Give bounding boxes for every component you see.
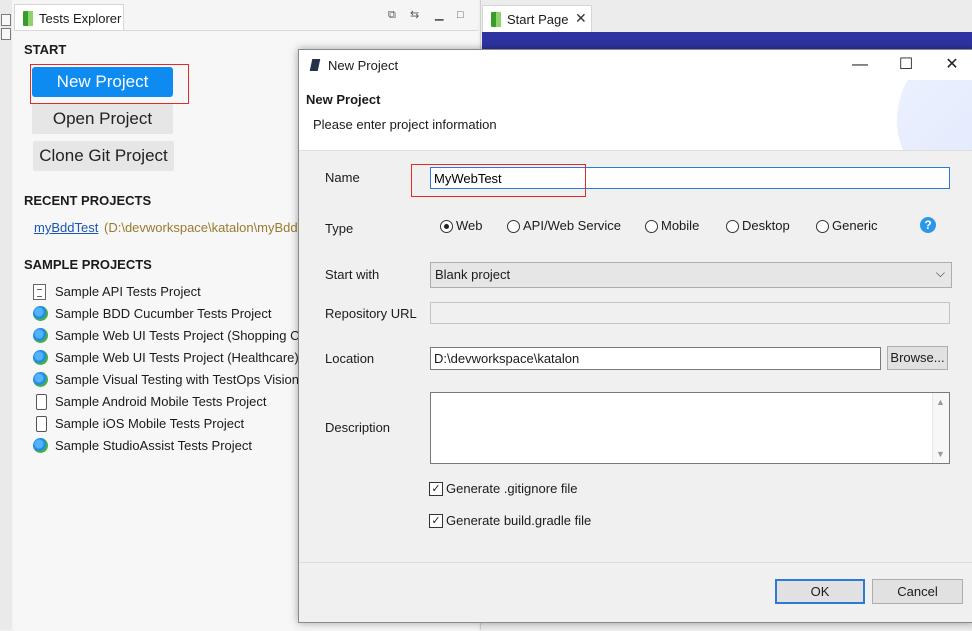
description-label: Description — [325, 420, 391, 435]
sample-project-item[interactable]: Sample Visual Testing with TestOps Visio… — [33, 371, 299, 389]
api-doc-icon — [33, 284, 46, 300]
sample-project-label: Sample Visual Testing with TestOps Visio… — [55, 372, 299, 387]
radio-unselected — [645, 220, 658, 233]
sample-project-label: Sample iOS Mobile Tests Project — [55, 416, 245, 431]
dialog-header-subtitle: Please enter project information — [313, 117, 497, 132]
start-with-label: Start with — [325, 267, 380, 282]
sample-project-item[interactable]: Sample Android Mobile Tests Project — [33, 393, 299, 411]
description-scrollbar[interactable]: ▲ ▼ — [932, 393, 949, 463]
katalon-icon — [23, 11, 33, 26]
minimize-icon[interactable]: ▁ — [435, 10, 446, 21]
globe-icon — [33, 328, 48, 343]
description-textarea[interactable]: ▲ ▼ — [430, 392, 950, 464]
new-project-button[interactable]: New Project — [32, 67, 173, 97]
sample-project-item[interactable]: Sample BDD Cucumber Tests Project — [33, 305, 299, 323]
dialog-titlebar[interactable]: New Project — ☐ ✕ — [299, 50, 972, 80]
globe-icon — [33, 306, 48, 321]
phone-icon — [36, 416, 47, 432]
dialog-header-title: New Project — [306, 92, 381, 107]
close-icon[interactable]: ✕ — [575, 10, 587, 27]
phone-icon — [36, 394, 47, 410]
recent-projects-heading: RECENT PROJECTS — [24, 193, 152, 208]
checkmark-icon: ✓ — [429, 482, 443, 496]
dialog-header: New Project Please enter project informa… — [299, 80, 972, 151]
open-project-button[interactable]: Open Project — [32, 104, 173, 134]
start-with-dropdown[interactable]: Blank project ⌵ — [430, 262, 952, 288]
link-editor-icon[interactable]: ⇆ — [410, 10, 421, 21]
sample-project-label: Sample Web UI Tests Project (Shopping Ca… — [55, 328, 299, 343]
close-window-icon[interactable]: ✕ — [937, 54, 967, 76]
repository-url-input[interactable] — [430, 302, 950, 324]
collapse-all-icon[interactable]: ⧉ — [388, 10, 399, 21]
globe-icon — [33, 372, 48, 387]
scroll-down-icon[interactable]: ▼ — [936, 449, 945, 459]
radio-selected — [440, 220, 453, 233]
new-project-dialog: New Project — ☐ ✕ New Project Please ent… — [298, 49, 972, 623]
cancel-button[interactable]: Cancel — [872, 579, 963, 604]
maximize-icon[interactable]: □ — [457, 10, 468, 21]
sample-project-label: Sample API Tests Project — [55, 284, 201, 299]
maximize-window-icon[interactable]: ☐ — [891, 54, 921, 76]
radio-unselected — [816, 220, 829, 233]
location-input[interactable]: D:\devworkspace\katalon — [430, 347, 881, 370]
sample-project-label: Sample BDD Cucumber Tests Project — [55, 306, 272, 321]
generate-gradle-label: Generate build.gradle file — [446, 513, 592, 528]
highlight-box-name — [411, 164, 586, 197]
generate-gitignore-label: Generate .gitignore file — [446, 481, 578, 496]
view-icon[interactable] — [1, 28, 11, 40]
clone-git-project-button[interactable]: Clone Git Project — [33, 141, 174, 171]
sample-project-item[interactable]: Sample Web UI Tests Project (Shopping Ca… — [33, 327, 299, 345]
location-label: Location — [325, 351, 375, 366]
start-with-value: Blank project — [435, 267, 511, 282]
recent-project-path: (D:\devworkspace\katalon\myBddTest) — [104, 220, 298, 235]
footer-divider — [299, 562, 972, 563]
radio-label: Mobile — [661, 218, 700, 233]
sample-projects-heading: SAMPLE PROJECTS — [24, 257, 152, 272]
radio-unselected — [507, 220, 520, 233]
sample-project-item[interactable]: Sample iOS Mobile Tests Project — [33, 415, 299, 433]
recent-project-link[interactable]: myBddTest — [34, 220, 98, 235]
dialog-window-title: New Project — [328, 58, 399, 73]
sample-project-item[interactable]: Sample StudioAssist Tests Project — [33, 437, 299, 455]
type-label: Type — [325, 221, 354, 236]
katalon-icon — [491, 12, 501, 27]
katalon-logo-icon — [309, 59, 321, 71]
radio-label: Desktop — [742, 218, 790, 233]
start-page-tab-label: Start Page — [507, 12, 569, 27]
radio-unselected — [726, 220, 739, 233]
ok-button[interactable]: OK — [775, 579, 865, 604]
globe-icon — [33, 438, 48, 453]
start-page-banner — [482, 32, 972, 50]
radio-label: API/Web Service — [523, 218, 622, 233]
tests-explorer-tab[interactable]: Tests Explorer — [14, 4, 124, 31]
start-heading: START — [24, 42, 67, 57]
sample-project-label: Sample StudioAssist Tests Project — [55, 438, 253, 453]
scroll-up-icon[interactable]: ▲ — [936, 397, 945, 407]
start-page-tab[interactable]: Start Page ✕ — [482, 5, 592, 32]
radio-label: Web — [456, 218, 483, 233]
repository-url-label: Repository URL — [325, 306, 417, 321]
sample-project-label: Sample Android Mobile Tests Project — [55, 394, 267, 409]
header-decoration — [897, 80, 972, 150]
name-label: Name — [325, 170, 360, 185]
minimize-window-icon[interactable]: — — [845, 54, 875, 76]
radio-label: Generic — [832, 218, 878, 233]
sample-project-label: Sample Web UI Tests Project (Healthcare) — [55, 350, 299, 365]
location-value: D:\devworkspace\katalon — [434, 351, 580, 366]
globe-icon — [33, 350, 48, 365]
help-icon[interactable]: ? — [920, 217, 936, 233]
chevron-down-icon: ⌵ — [935, 266, 945, 280]
sample-project-item[interactable]: Sample API Tests Project — [33, 283, 299, 301]
checkmark-icon: ✓ — [429, 514, 443, 528]
sample-project-item[interactable]: Sample Web UI Tests Project (Healthcare) — [33, 349, 299, 367]
browse-button[interactable]: Browse... — [887, 346, 948, 370]
restore-icon[interactable] — [1, 14, 11, 26]
tests-explorer-tab-label: Tests Explorer — [39, 11, 122, 26]
